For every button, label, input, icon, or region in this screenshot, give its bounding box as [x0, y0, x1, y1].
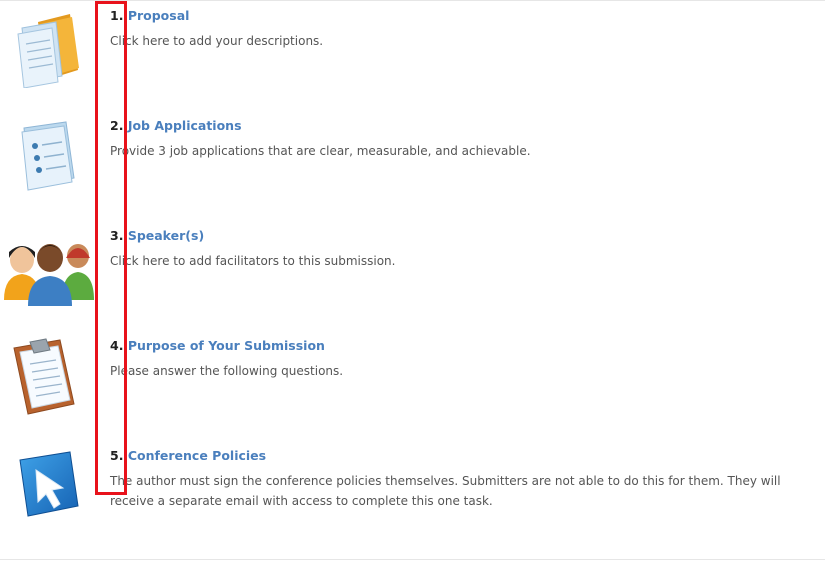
- submission-steps-page: 1. Proposal Click here to add your descr…: [0, 0, 825, 562]
- step-number: 4.: [110, 338, 124, 353]
- folder-documents-icon: [0, 8, 100, 98]
- step-description: The author must sign the conference poli…: [110, 474, 781, 508]
- step-title-link[interactable]: 5. Conference Policies: [110, 448, 817, 464]
- step-title-link[interactable]: 4. Purpose of Your Submission: [110, 338, 817, 354]
- step-text: 2. Job Applications Provide 3 job applic…: [110, 118, 817, 161]
- step-number: 2.: [110, 118, 124, 133]
- clipboard-icon: [0, 338, 100, 428]
- step-text: 5. Conference Policies The author must s…: [110, 448, 817, 511]
- step-title[interactable]: Purpose of Your Submission: [128, 338, 325, 353]
- people-group-icon: [0, 228, 100, 318]
- step-text: 3. Speaker(s) Click here to add facilita…: [110, 228, 817, 271]
- list-document-icon: [0, 118, 100, 208]
- step-description: Click here to add facilitators to this s…: [110, 254, 396, 268]
- step-title[interactable]: Speaker(s): [128, 228, 204, 243]
- cursor-arrow-icon: [0, 448, 100, 538]
- step-number: 3.: [110, 228, 124, 243]
- step-title[interactable]: Proposal: [128, 8, 190, 23]
- step-number: 1.: [110, 8, 124, 23]
- step-title-link[interactable]: 1. Proposal: [110, 8, 817, 24]
- step-number: 5.: [110, 448, 124, 463]
- step-title-link[interactable]: 2. Job Applications: [110, 118, 817, 134]
- bottom-divider: [0, 559, 825, 560]
- step-text: 1. Proposal Click here to add your descr…: [110, 8, 817, 51]
- step-description: Click here to add your descriptions.: [110, 34, 324, 48]
- step-title[interactable]: Conference Policies: [128, 448, 266, 463]
- step-description: Please answer the following questions.: [110, 364, 344, 378]
- step-text: 4. Purpose of Your Submission Please ans…: [110, 338, 817, 381]
- step-title-link[interactable]: 3. Speaker(s): [110, 228, 817, 244]
- top-divider: [0, 0, 825, 1]
- step-title[interactable]: Job Applications: [128, 118, 242, 133]
- step-description: Provide 3 job applications that are clea…: [110, 144, 531, 158]
